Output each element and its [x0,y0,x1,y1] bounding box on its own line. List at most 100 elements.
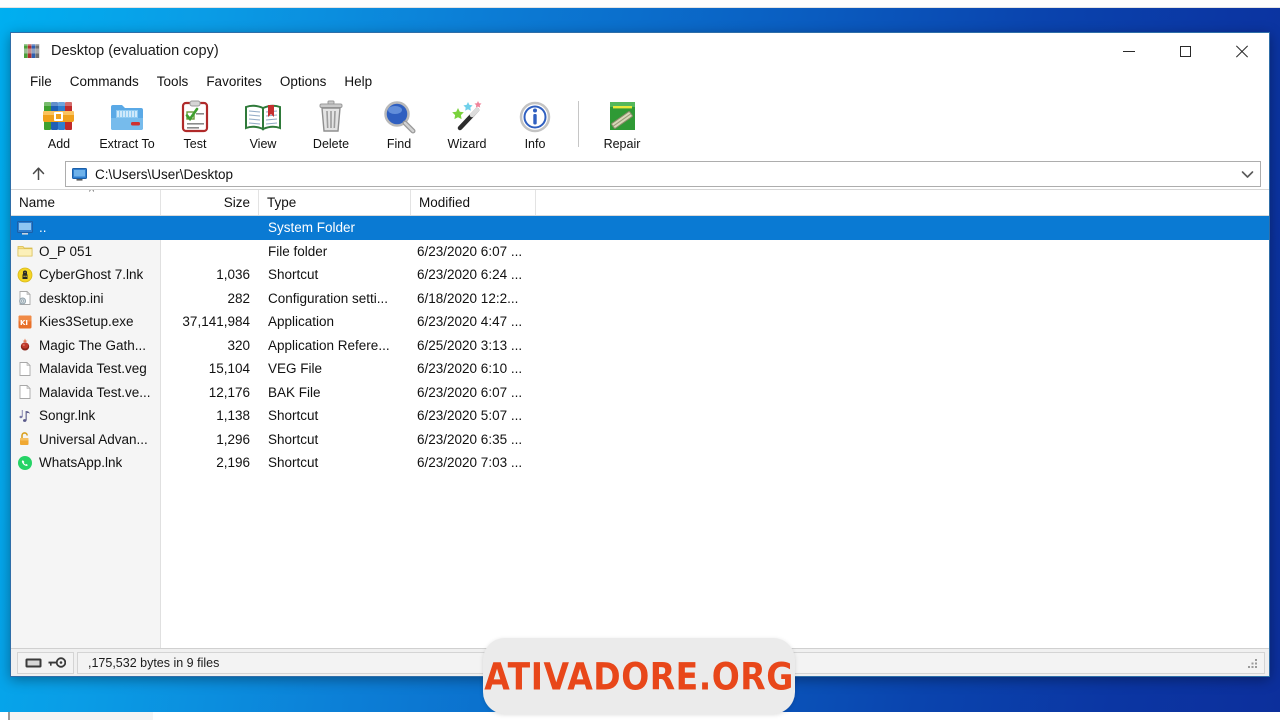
title-bar[interactable]: Desktop (evaluation copy) [11,33,1269,69]
menu-item-favorites[interactable]: Favorites [197,72,271,91]
window-controls [1101,33,1269,69]
unlock-padlock-icon [20,432,29,446]
maximize-button[interactable] [1157,33,1213,69]
column-header-size-label: Size [223,195,250,210]
table-row[interactable]: Songr.lnk 1,138 Shortcut 6/23/2020 5:07 … [11,404,1269,428]
file-size-cell: 12,176 [208,384,250,400]
sort-ascending-icon: ^ [89,189,95,198]
column-header-name[interactable]: Name ^ [11,190,161,215]
file-name-text: O_P 051 [39,243,93,259]
drive-icon[interactable] [25,657,42,669]
file-modified-cell: 6/23/2020 6:10 ... [417,361,523,377]
magic-gathering-icon [20,338,30,351]
table-row[interactable]: CyberGhost 7.lnk 1,036 Shortcut 6/23/202… [11,263,1269,287]
column-header-size[interactable]: Size [161,190,259,215]
file-type-cell: VEG File [268,361,323,377]
table-row[interactable]: Malavida Test.veg 15,104 VEG File 6/23/2… [11,357,1269,381]
file-type-cell: Shortcut [268,267,319,283]
file-type-cell: File folder [268,243,328,259]
table-row[interactable]: Universal Advan... 1,296 Shortcut 6/23/2… [11,428,1269,452]
key-icon[interactable] [48,656,67,669]
toolbar-button-test[interactable]: Test [161,95,229,157]
wizard-wand-icon [452,101,482,131]
winrar-window: Desktop (evaluation copy) File Commands … [10,32,1270,677]
column-header-modified[interactable]: Modified [411,190,536,215]
toolbar-label-delete: Delete [312,137,350,151]
minimize-button[interactable] [1101,33,1157,69]
menu-item-tools[interactable]: Tools [148,72,198,91]
whatsapp-icon [18,455,32,470]
file-size-cell: 320 [227,337,250,353]
site-watermark-text: ATIVADORE.ORG [484,654,794,698]
file-name-text: Kies3Setup.exe [39,314,134,330]
menu-item-file[interactable]: File [21,72,61,91]
address-path-box[interactable]: C:\Users\User\Desktop [65,161,1261,187]
toolbar-button-repair[interactable]: Repair [588,95,656,157]
toolbar-button-add[interactable]: Add [25,95,93,157]
file-modified-cell: 6/25/2020 3:13 ... [417,337,523,353]
file-name-cell: O_P 051 [11,243,161,259]
menu-item-commands[interactable]: Commands [61,72,148,91]
test-clipboard-icon [181,100,209,133]
toolbar-button-wizard[interactable]: Wizard [433,95,501,157]
file-modified-cell: 6/18/2020 12:2... [417,290,519,306]
toolbar-button-info[interactable]: Info [501,95,569,157]
file-size-cell: 15,104 [208,361,250,377]
close-button[interactable] [1213,33,1269,69]
table-row[interactable]: KI Kies3Setup.exe 37,141,984 Application… [11,310,1269,334]
file-name-text: WhatsApp.lnk [39,455,123,471]
file-name-cell: .. [11,220,161,236]
file-modified-cell: 6/23/2020 7:03 ... [417,455,523,471]
toolbar-label-repair: Repair [603,137,641,151]
file-rows: .. System Folder O_P 051 File folder 6/2… [11,216,1269,475]
close-icon [1235,45,1248,58]
bottom-left-panel-sliver [8,712,153,720]
blank-file-icon [19,385,31,400]
table-row[interactable]: .. System Folder [11,216,1269,240]
file-name-cell: Malavida Test.ve... [11,384,161,400]
table-row[interactable]: Magic The Gath... 320 Application Refere… [11,334,1269,358]
file-list-pane[interactable]: Name ^ Size Type Modified .. System Fold… [11,189,1269,648]
file-modified-cell: 6/23/2020 6:07 ... [417,384,523,400]
status-icons-panel [17,651,74,674]
delete-trash-icon [319,100,343,132]
file-name-text: desktop.ini [39,290,104,306]
column-header-type[interactable]: Type [259,190,411,215]
toolbar: Add Extract To Test View Delete Find Wiz… [11,93,1269,159]
table-row[interactable]: desktop.ini 282 Configuration setti... 6… [11,287,1269,311]
up-one-level-button[interactable] [19,161,57,187]
music-note-icon [19,409,30,422]
table-row[interactable]: O_P 051 File folder 6/23/2020 6:07 ... [11,240,1269,264]
toolbar-button-extract-to[interactable]: Extract To [93,95,161,157]
toolbar-separator [578,101,579,147]
blank-file-icon [19,361,31,376]
file-type-cell: Shortcut [268,408,319,424]
file-name-text: Songr.lnk [39,408,96,424]
file-name-cell: CyberGhost 7.lnk [11,267,161,283]
file-modified-cell: 6/23/2020 4:47 ... [417,314,523,330]
find-magnifier-icon [384,101,416,134]
file-size-cell: 282 [227,290,250,306]
toolbar-button-view[interactable]: View [229,95,297,157]
toolbar-label-add: Add [47,137,71,151]
toolbar-label-test: Test [183,137,207,151]
file-type-cell: Configuration setti... [268,290,389,306]
resize-grip-icon[interactable] [1246,657,1259,670]
winrar-books-icon [23,42,41,60]
menu-item-options[interactable]: Options [271,72,336,91]
file-modified-cell: 6/23/2020 5:07 ... [417,408,523,424]
toolbar-button-delete[interactable]: Delete [297,95,365,157]
file-name-text: Magic The Gath... [39,337,147,353]
column-header-filler [536,190,1269,215]
table-row[interactable]: Malavida Test.ve... 12,176 BAK File 6/23… [11,381,1269,405]
menu-item-help[interactable]: Help [335,72,381,91]
toolbar-label-find: Find [386,137,412,151]
table-row[interactable]: WhatsApp.lnk 2,196 Shortcut 6/23/2020 7:… [11,451,1269,475]
desktop-monitor-icon [72,167,87,181]
up-arrow-icon [32,167,44,180]
file-name-text: Universal Advan... [39,431,148,447]
toolbar-button-find[interactable]: Find [365,95,433,157]
address-dropdown-button[interactable] [1234,162,1260,186]
parent-folder-icon [17,220,33,235]
file-modified-cell: 6/23/2020 6:24 ... [417,267,523,283]
